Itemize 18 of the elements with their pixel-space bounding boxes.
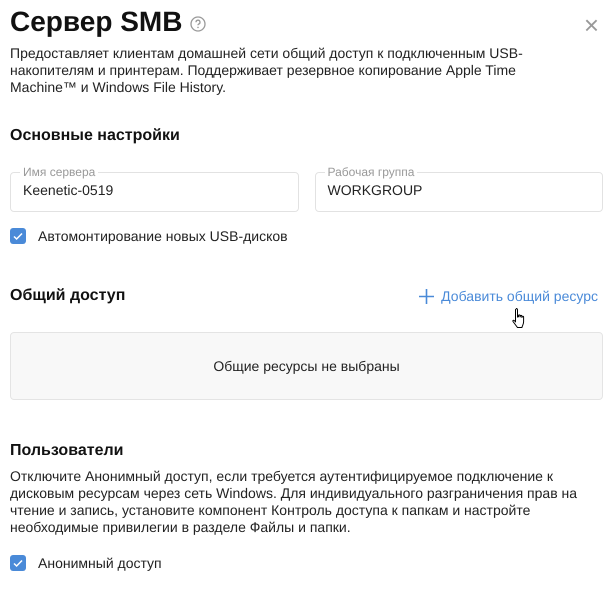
empty-message: Общие ресурсы не выбраны <box>213 358 400 374</box>
section-heading: Пользователи <box>10 442 124 460</box>
plus-icon <box>419 288 434 304</box>
page-title: Сервер SMB <box>10 6 182 38</box>
users-description: Отключите Анонимный доступ, если требуется аутентифицируемое подключение к дисковым ресурсам через сеть Windows. Для индивидуального разграничения прав на чтение и запись, установите компонент Контроль доступа к папкам и настройте необходимые привилегии в разделе Файлы и папки. <box>10 468 578 536</box>
checkmark-icon <box>12 557 24 569</box>
field-label: Имя сервера <box>20 165 98 179</box>
add-share-link[interactable]: Добавить общий ресурс <box>419 288 598 304</box>
section-heading: Общий доступ <box>10 287 126 305</box>
checkbox-label: Анонимный доступ <box>38 555 162 571</box>
description: Предоставляет клиентам домашней сети общий доступ к подключенным USB-накопителям и принтерам. Поддерживает резервное копирование Apple Time Machine™ и Windows File History. <box>10 45 524 96</box>
checkbox[interactable] <box>10 555 26 571</box>
checkmark-icon <box>12 230 24 242</box>
checkbox-label: Автомонтирование новых USB-дисков <box>38 228 288 244</box>
checkbox[interactable] <box>10 228 26 244</box>
help-icon[interactable] <box>190 16 206 32</box>
field-label: Рабочая группа <box>324 165 418 179</box>
section-heading: Основные настройки <box>10 127 181 145</box>
